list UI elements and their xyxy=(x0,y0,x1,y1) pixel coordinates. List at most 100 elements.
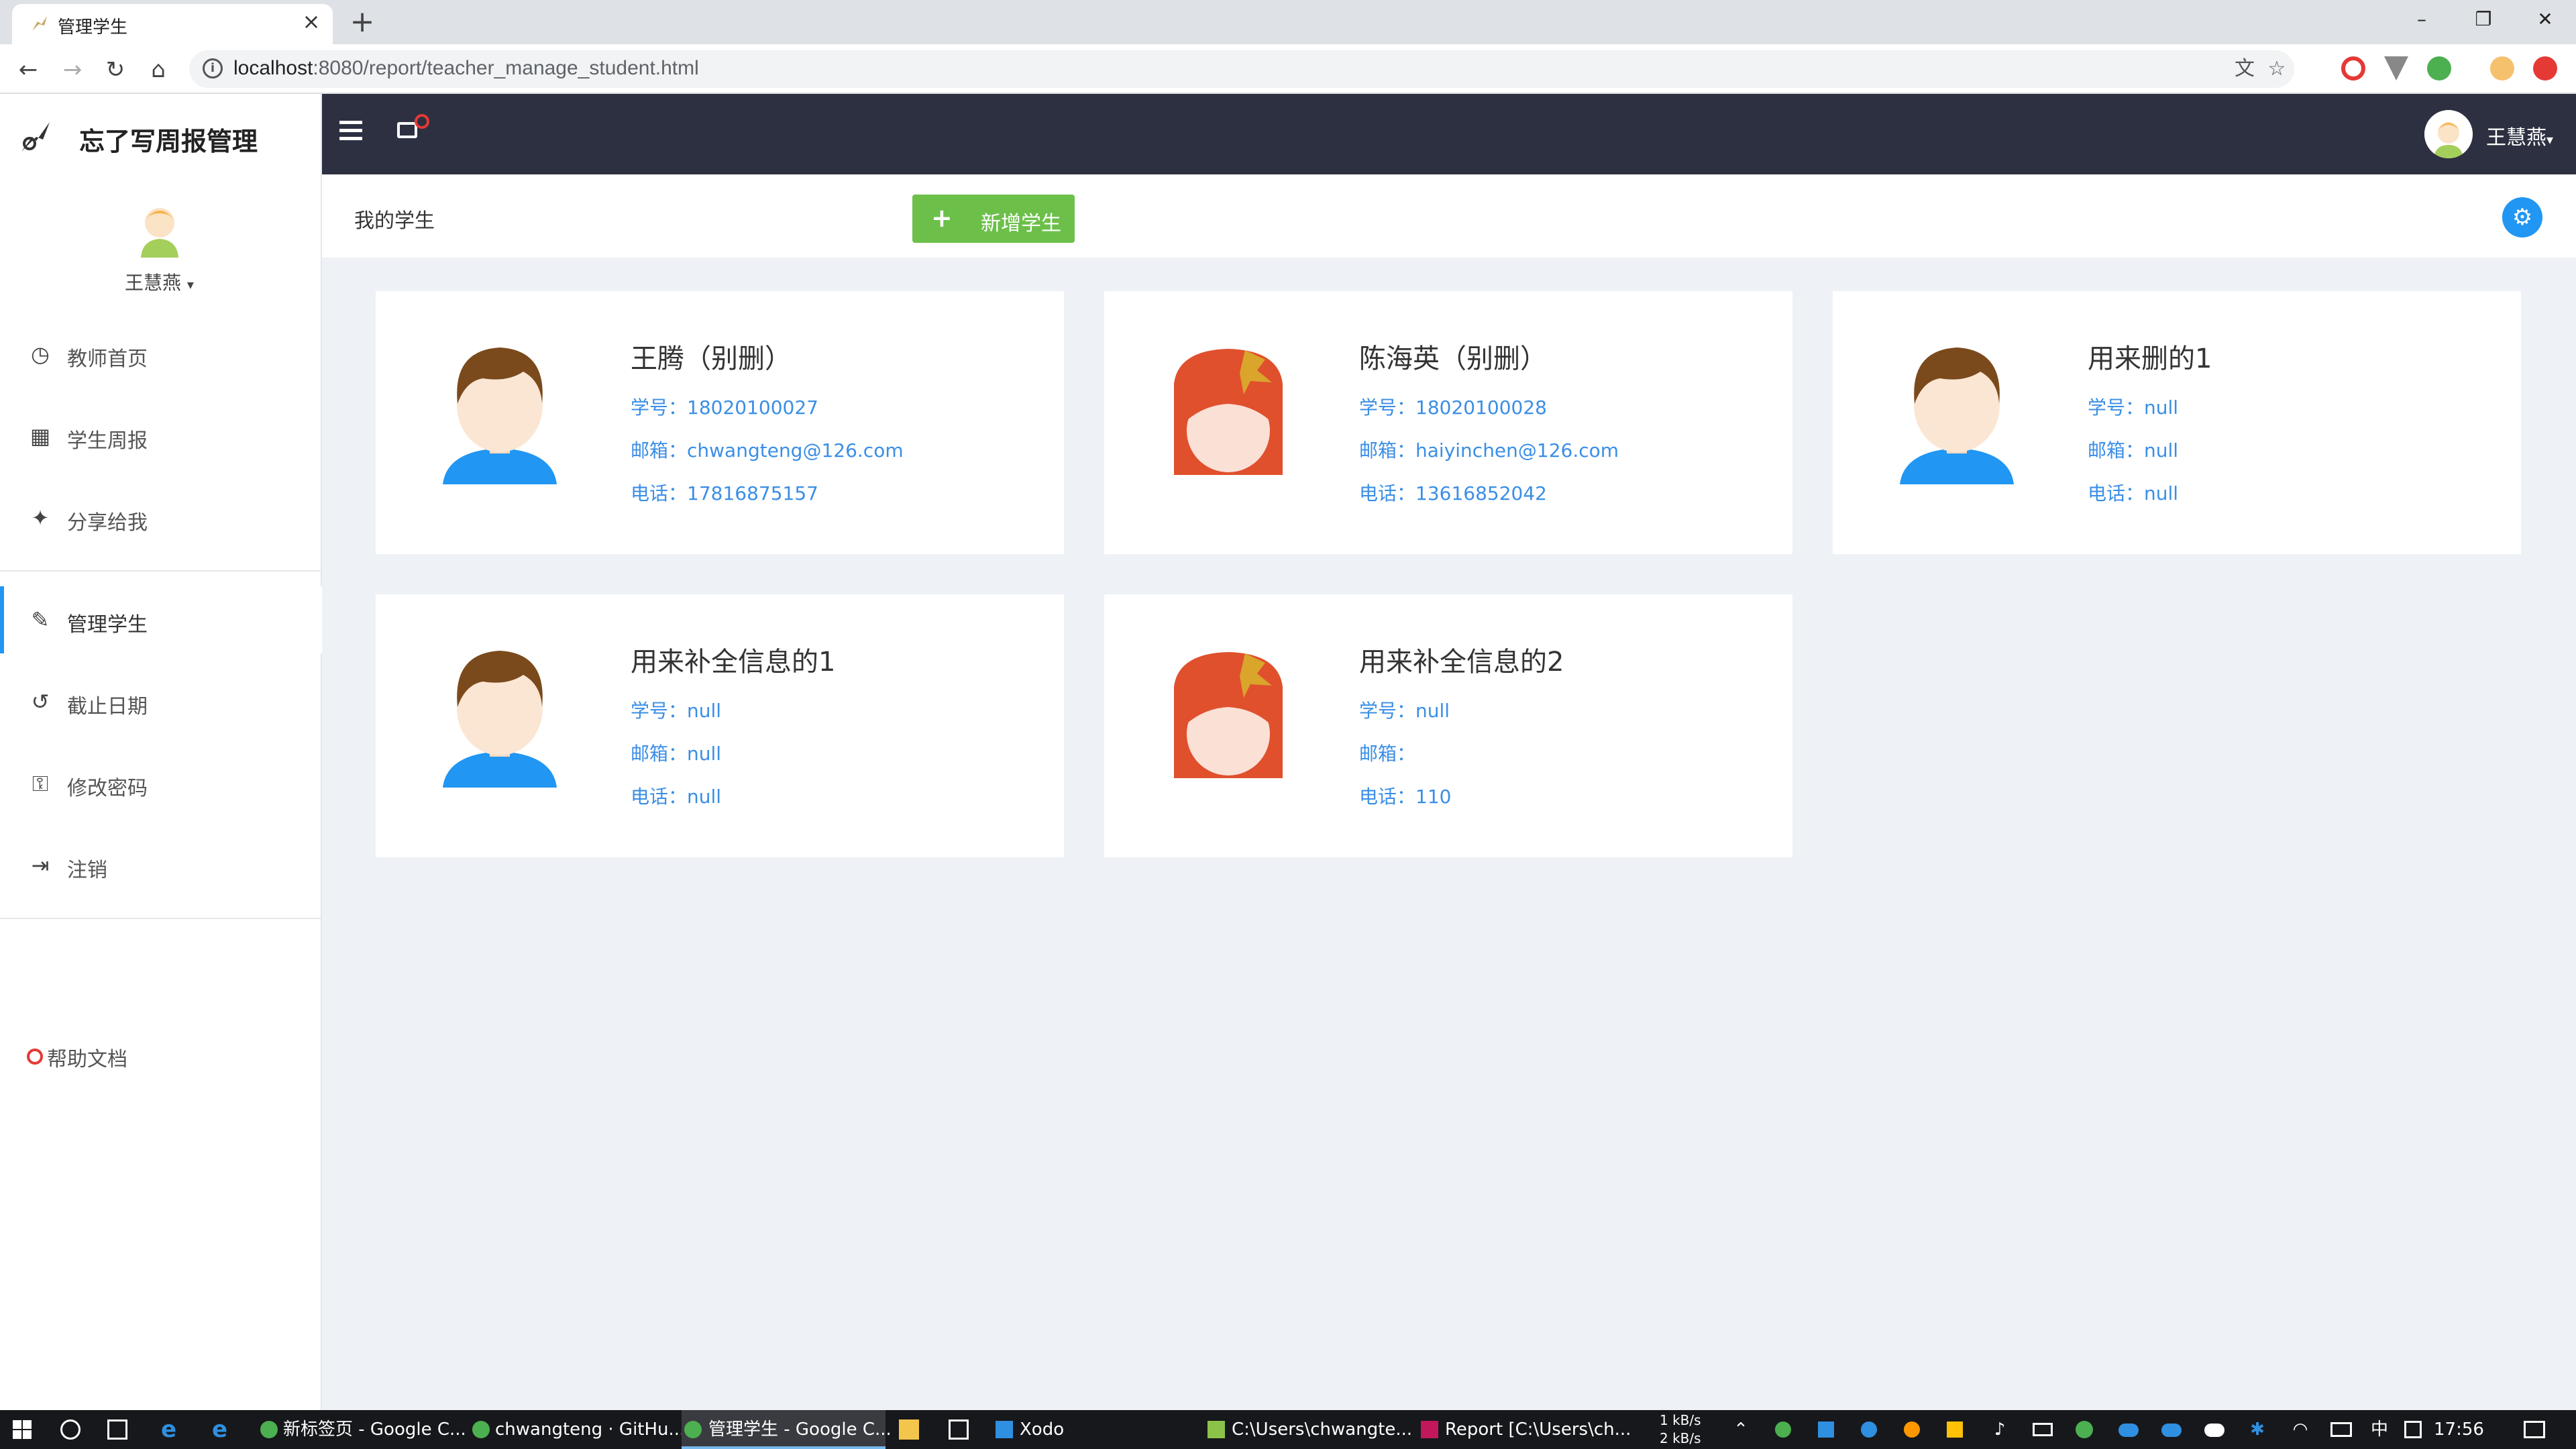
nav-item-teacher-home[interactable]: ◷ 教师首页 xyxy=(0,321,322,388)
field-label: 学号： xyxy=(1359,700,1416,722)
top-username-dropdown[interactable]: 王慧燕▾ xyxy=(2486,121,2553,150)
student-card[interactable]: 王腾（别删） 学号：18020100027 邮箱：chwangteng@126.… xyxy=(376,291,1064,554)
battery-icon[interactable] xyxy=(2033,1423,2053,1436)
caret-down-icon: ▾ xyxy=(2546,131,2554,148)
taskbar-item-xodo[interactable]: Xodo xyxy=(993,1410,1187,1449)
plus-icon: + xyxy=(931,203,953,233)
student-card[interactable]: 用来补全信息的2 学号：null 邮箱： 电话：110 xyxy=(1104,594,1792,857)
menu-toggle-icon[interactable] xyxy=(339,121,362,141)
tab-close-icon[interactable]: × xyxy=(298,8,325,35)
student-id: 学号：18020100027 xyxy=(631,393,818,420)
profile-avatar-icon[interactable] xyxy=(2490,56,2514,80)
nav-item-manage-students[interactable]: ✎ 管理学生 xyxy=(0,586,322,653)
mail-icon[interactable] xyxy=(397,122,417,138)
taskbar-item-chrome-active[interactable]: 管理学生 - Google C... xyxy=(682,1410,892,1449)
top-user-avatar[interactable] xyxy=(2424,110,2473,158)
onedrive-icon[interactable] xyxy=(2161,1424,2182,1437)
ide-icon xyxy=(1421,1421,1438,1438)
tray-app-icon[interactable] xyxy=(1947,1421,1963,1438)
bookmark-star-icon[interactable]: ☆ xyxy=(2265,57,2289,81)
nav-label: 注销 xyxy=(67,859,107,882)
translate-icon[interactable]: 文 xyxy=(2233,57,2257,81)
settings-gear-icon[interactable]: ⚙ xyxy=(2502,197,2542,237)
taskbar-item-report[interactable]: Report [C:\Users\ch... xyxy=(1418,1410,1631,1449)
student-id: 学号：null xyxy=(631,696,721,723)
minimize-button[interactable]: – xyxy=(2391,0,2453,39)
user-avatar[interactable] xyxy=(137,201,182,258)
opera-extension-icon[interactable] xyxy=(2341,56,2365,80)
url-text[interactable]: localhost:8080/report/teacher_manage_stu… xyxy=(233,57,699,80)
task-view-icon[interactable] xyxy=(107,1419,127,1440)
student-card[interactable]: 用来补全信息的1 学号：null 邮箱：null 电话：null xyxy=(376,594,1064,857)
taskbar-item-chrome-newtab[interactable]: 新标签页 - Google C... xyxy=(258,1410,466,1449)
calculator-icon[interactable] xyxy=(949,1419,969,1440)
student-card[interactable]: 陈海英（别删） 学号：18020100028 邮箱：haiyinchen@126… xyxy=(1104,291,1792,554)
ime-indicator[interactable]: 中 xyxy=(2371,1410,2391,1449)
help-docs-link[interactable]: 帮助文档 xyxy=(47,1042,127,1072)
wifi-icon[interactable]: ◠ xyxy=(2290,1419,2310,1440)
field-label: 学号： xyxy=(2088,396,2145,419)
edge-legacy-icon[interactable]: e xyxy=(161,1418,181,1441)
bluetooth-icon[interactable]: ✱ xyxy=(2247,1419,2267,1440)
wechat-icon[interactable] xyxy=(2076,1421,2093,1438)
male-avatar-icon xyxy=(443,651,557,788)
female-avatar-icon xyxy=(1174,349,1283,475)
notification-dot xyxy=(415,114,429,129)
vpn-extension-icon[interactable] xyxy=(2384,56,2408,80)
add-student-button[interactable]: + 新增学生 xyxy=(912,195,1075,243)
taskbar-item-explorer[interactable]: C:\Users\chwangte... xyxy=(1205,1410,1412,1449)
browser-tab[interactable]: 管理学生 × xyxy=(12,4,333,44)
tray-app-icon[interactable] xyxy=(1818,1421,1834,1438)
student-phone: 电话：17816875157 xyxy=(631,479,818,506)
nav-item-logout[interactable]: ⇥ 注销 xyxy=(0,832,322,899)
update-icon[interactable] xyxy=(2533,56,2557,80)
action-center-icon[interactable] xyxy=(2524,1421,2545,1438)
cloud-icon[interactable] xyxy=(2204,1424,2224,1437)
edge-icon[interactable]: e xyxy=(212,1418,232,1441)
nav-item-student-reports[interactable]: ▦ 学生周报 xyxy=(0,402,322,470)
clock[interactable]: 17:56 xyxy=(2434,1410,2484,1449)
tab-title: 管理学生 xyxy=(58,17,128,38)
net-up: 1 kB/s xyxy=(1660,1412,1701,1428)
keyboard-icon[interactable] xyxy=(2330,1422,2352,1437)
chrome-icon xyxy=(684,1421,702,1438)
new-tab-button[interactable]: + xyxy=(343,5,381,39)
address-bar[interactable]: i localhost:8080/report/teacher_manage_s… xyxy=(189,50,2294,88)
search-icon[interactable] xyxy=(60,1419,80,1440)
tray-app-icon[interactable] xyxy=(1904,1421,1920,1438)
taskbar-item-chrome-github[interactable]: chwangteng · GitHu... xyxy=(470,1410,685,1449)
forward-icon[interactable]: → xyxy=(56,54,89,86)
globe-extension-icon[interactable] xyxy=(2427,56,2451,80)
caret-down-icon: ▾ xyxy=(186,276,194,292)
nav-item-shared-with-me[interactable]: ✦ 分享给我 xyxy=(0,484,322,551)
nav-item-deadline[interactable]: ↺ 截止日期 xyxy=(0,668,322,735)
onedrive-icon[interactable] xyxy=(2118,1424,2139,1437)
windows-start-icon[interactable] xyxy=(12,1419,32,1440)
page-header: 我的学生 + 新增学生 ⚙ xyxy=(322,174,2576,258)
nav-label: 修改密码 xyxy=(67,777,148,800)
field-value: null xyxy=(2144,396,2179,419)
site-info-icon[interactable]: i xyxy=(203,58,223,78)
field-value: 17816875157 xyxy=(687,482,818,504)
volume-icon[interactable]: ♪ xyxy=(1990,1419,2010,1440)
maximize-button[interactable]: ❐ xyxy=(2453,0,2514,39)
nav-item-change-password[interactable]: ⚿ 修改密码 xyxy=(0,750,322,817)
field-value: haiyinchen@126.com xyxy=(1415,439,1619,462)
url-path: :8080/report/teacher_manage_student.html xyxy=(313,57,699,79)
file-explorer-icon[interactable] xyxy=(899,1419,919,1440)
sidebar-username[interactable]: 王慧燕 ▾ xyxy=(125,268,194,295)
close-window-button[interactable]: ✕ xyxy=(2514,0,2576,39)
reload-icon[interactable]: ↻ xyxy=(99,54,131,86)
ime-mode-icon[interactable] xyxy=(2404,1421,2422,1438)
field-value: 18020100028 xyxy=(1415,396,1547,419)
tray-app-icon[interactable] xyxy=(1775,1421,1791,1438)
calendar-icon: ▦ xyxy=(30,423,51,449)
home-icon[interactable]: ⌂ xyxy=(142,54,174,86)
tray-app-icon[interactable] xyxy=(1861,1421,1877,1438)
nav-label: 截止日期 xyxy=(67,695,148,718)
tray-chevron-icon[interactable]: ⌃ xyxy=(1731,1419,1751,1440)
student-card[interactable]: 用来删的1 学号：null 邮箱：null 电话：null xyxy=(1833,291,2521,554)
student-email: 邮箱：chwangteng@126.com xyxy=(631,436,904,463)
student-email: 邮箱：null xyxy=(2088,436,2178,463)
back-icon[interactable]: ← xyxy=(12,54,44,86)
